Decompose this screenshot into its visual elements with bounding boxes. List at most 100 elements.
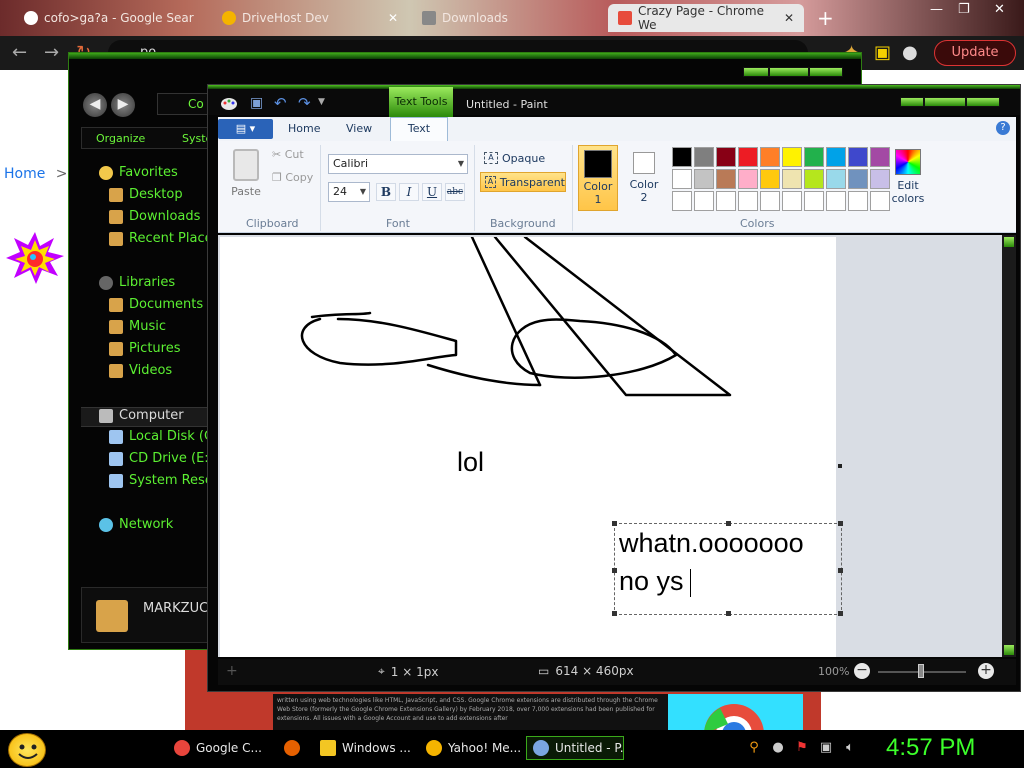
palette-color-swatch[interactable] [760,169,780,189]
resize-handle[interactable] [726,611,731,616]
minimize-icon[interactable] [743,67,769,77]
scroll-down-icon[interactable] [1004,645,1014,655]
transparent-button[interactable]: A Transparent [480,172,566,192]
zoom-in-button[interactable]: + [978,663,994,679]
taskbar-item-firefox[interactable] [278,736,306,760]
palette-color-swatch[interactable] [804,147,824,167]
palette-color-swatch[interactable] [870,191,890,211]
palette-color-swatch[interactable] [738,169,758,189]
palette-color-swatch[interactable] [760,191,780,211]
forward-icon[interactable]: ▶ [111,93,135,117]
paste-button[interactable]: Paste [228,149,264,199]
underline-button[interactable]: U [422,183,442,201]
color-2-button[interactable]: Color 2 [624,145,664,211]
sidebar-item-favorites[interactable]: Favorites [99,165,178,180]
palette-color-swatch[interactable] [760,147,780,167]
resize-handle[interactable] [838,568,843,573]
palette-color-swatch[interactable] [804,191,824,211]
zoom-slider-thumb[interactable] [918,664,924,678]
redo-icon[interactable]: ↷ [298,94,311,112]
text-box[interactable]: whatn.ooooooo no ys [612,521,843,616]
close-tab-icon[interactable]: ✕ [784,11,794,25]
help-icon[interactable]: ? [996,121,1010,135]
cut-button[interactable]: ✂ Cut [272,148,304,161]
palette-color-swatch[interactable] [782,147,802,167]
edit-colors-button[interactable]: Edit colors [888,147,928,213]
tray-app-icon[interactable]: ● [770,740,786,756]
palette-color-swatch[interactable] [782,191,802,211]
file-menu-button[interactable]: ▤ ▾ [218,119,273,139]
sidebar-item-music[interactable]: Music [109,319,166,334]
palette-color-swatch[interactable] [738,191,758,211]
back-icon[interactable]: ◀ [83,93,107,117]
minimize-icon[interactable]: — [930,2,943,17]
close-icon[interactable]: ✕ [994,2,1005,17]
maximize-icon[interactable] [769,67,809,77]
vertical-scrollbar[interactable] [1002,235,1016,657]
canvas-resize-handle[interactable] [838,464,842,468]
palette-color-swatch[interactable] [826,147,846,167]
sidebar-item-cd-drive[interactable]: CD Drive (E:) [109,451,214,466]
bold-button[interactable]: B [376,183,396,201]
palette-color-swatch[interactable] [804,169,824,189]
resize-handle[interactable] [838,521,843,526]
tab-google-search[interactable]: cofo>ga?a - Google Sear [14,4,208,32]
taskbar-clock[interactable]: 4:57 PM [886,734,975,762]
chevron-down-icon[interactable]: ▼ [318,97,325,107]
tab-view[interactable]: View [346,122,372,135]
sidebar-item-documents[interactable]: Documents [109,297,203,312]
palette-color-swatch[interactable] [826,191,846,211]
palette-color-swatch[interactable] [716,191,736,211]
palette-color-swatch[interactable] [672,191,692,211]
resize-handle[interactable] [726,521,731,526]
palette-color-swatch[interactable] [716,169,736,189]
close-tab-icon[interactable]: ✕ [388,11,398,25]
palette-color-swatch[interactable] [672,169,692,189]
palette-color-swatch[interactable] [848,191,868,211]
palette-color-swatch[interactable] [870,147,890,167]
font-size-select[interactable]: 24 ▼ [328,182,370,202]
tab-crazy-page[interactable]: Crazy Page - Chrome We ✕ [608,4,804,32]
page-home-link[interactable]: Home > [4,166,68,182]
tab-home[interactable]: Home [288,122,320,135]
forward-icon[interactable]: → [44,42,59,63]
profile-icon[interactable]: ● [902,42,918,63]
sidebar-item-libraries[interactable]: Libraries [99,275,175,290]
palette-color-swatch[interactable] [716,147,736,167]
action-center-flag-icon[interactable]: ⚑ [794,740,810,756]
volume-icon[interactable]: 🔈︎ [842,740,858,756]
italic-button[interactable]: I [399,183,419,201]
minimize-icon[interactable] [900,97,924,107]
sidebar-item-computer[interactable]: Computer [99,408,184,423]
close-icon[interactable] [809,67,843,77]
update-button[interactable]: Update [934,40,1016,66]
search-icon[interactable]: ⚲ [746,740,762,756]
back-icon[interactable]: ← [12,42,27,63]
sidebar-item-local-disk[interactable]: Local Disk (C [109,429,213,444]
taskbar-item-chrome[interactable]: Google C... [168,736,264,760]
strikethrough-button[interactable]: abc [445,183,465,201]
maximize-icon[interactable] [924,97,966,107]
palette-color-swatch[interactable] [870,169,890,189]
start-button[interactable] [8,733,46,767]
zoom-out-button[interactable]: − [854,663,870,679]
sidebar-item-pictures[interactable]: Pictures [109,341,180,356]
sidebar-item-desktop[interactable]: Desktop [109,187,183,202]
save-icon[interactable]: ▣ [250,95,263,111]
palette-color-swatch[interactable] [848,147,868,167]
sidebar-item-downloads[interactable]: Downloads [109,209,200,224]
taskbar-item-paint[interactable]: Untitled - P... [526,736,624,760]
resize-handle[interactable] [612,521,617,526]
paint-app-icon[interactable] [220,95,238,111]
opaque-button[interactable]: A Opaque [480,148,545,168]
reading-mode-icon[interactable]: ▣ [874,42,891,63]
drawing-canvas[interactable]: lol whatn.ooooooo no ys [220,237,843,657]
palette-color-swatch[interactable] [694,169,714,189]
palette-color-swatch[interactable] [672,147,692,167]
tab-text[interactable]: Text [390,117,448,141]
sidebar-item-recent-places[interactable]: Recent Place [109,231,213,246]
color-1-button[interactable]: Color 1 [578,145,618,211]
resize-handle[interactable] [612,568,617,573]
palette-color-swatch[interactable] [848,169,868,189]
network-tray-icon[interactable]: ▣ [818,740,834,756]
